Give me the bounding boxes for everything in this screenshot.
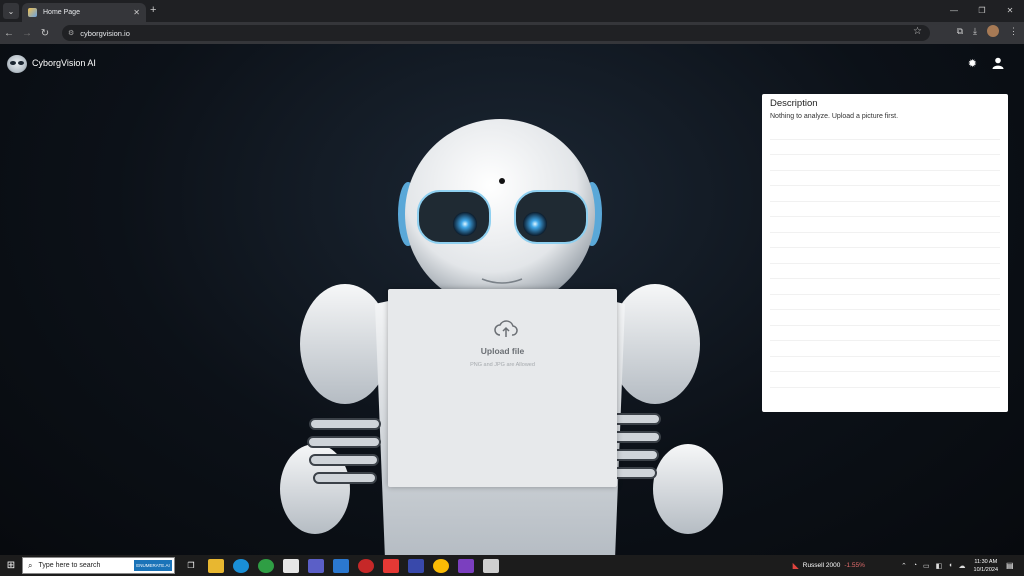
- youtube-icon[interactable]: [383, 558, 399, 573]
- tab-title: Home Page: [43, 9, 80, 16]
- clock-time: 11:30 AM: [974, 558, 998, 565]
- upload-title: Upload file: [480, 346, 525, 356]
- window-controls: — ❐ ✕: [940, 0, 1024, 22]
- robot-logo-icon: [7, 55, 27, 73]
- description-lines: [770, 124, 1000, 388]
- address-bar[interactable]: ⚙ cyborgvision.io ☆: [62, 25, 930, 41]
- network-icon[interactable]: ◔: [913, 562, 917, 570]
- tab-favicon-icon: [28, 8, 37, 17]
- robot-forehead-dot: [499, 178, 505, 184]
- search-badge: ENUMERATE.AI: [134, 560, 172, 571]
- restore-button[interactable]: ❐: [968, 0, 996, 22]
- close-window-button[interactable]: ✕: [996, 0, 1024, 22]
- extensions-icon[interactable]: ⧉: [957, 26, 963, 37]
- robot-eye-right: [523, 212, 547, 236]
- minimize-button[interactable]: —: [940, 0, 968, 22]
- toolbar-actions: ⧉ ⤓ ⋮: [957, 25, 1018, 37]
- url-text: cyborgvision.io: [80, 28, 130, 38]
- ticker-change: -1.55%: [844, 562, 865, 569]
- store-icon[interactable]: [283, 558, 299, 573]
- app-white-icon[interactable]: [483, 558, 499, 573]
- visual-studio-icon[interactable]: [458, 558, 474, 573]
- brand-name: CyborgVision AI: [32, 58, 96, 68]
- browser-tab-bar: ⌄ Home Page ✕ + — ❐ ✕: [0, 0, 1024, 22]
- app-blue-icon[interactable]: [408, 558, 424, 573]
- gear-icon[interactable]: ✹: [968, 57, 977, 70]
- tab-search-chevron-icon[interactable]: ⌄: [3, 3, 19, 19]
- clock-date: 10/1/2024: [973, 566, 998, 573]
- battery-icon[interactable]: ▭: [923, 562, 930, 570]
- search-placeholder: Type here to search: [38, 562, 101, 569]
- chevron-up-icon[interactable]: ⌃: [901, 562, 907, 570]
- app-header: CyborgVision AI ✹: [0, 44, 1024, 84]
- description-text: Nothing to analyze. Upload a picture fir…: [770, 113, 899, 120]
- download-icon[interactable]: ⤓: [973, 26, 977, 37]
- windows-start-icon[interactable]: ⊞: [0, 560, 22, 571]
- app-purple-icon[interactable]: [308, 558, 324, 573]
- upload-dropzone[interactable]: Upload file PNG and JPG are Allowed: [388, 289, 617, 487]
- tab-close-icon[interactable]: ✕: [133, 8, 140, 17]
- browser-toolbar: ← → ↻ ⚙ cyborgvision.io ☆ ⧉ ⤓ ⋮: [0, 22, 1024, 44]
- profile-avatar[interactable]: [987, 25, 999, 37]
- search-icon: ⌕: [28, 560, 33, 570]
- robot-eye-left-frame: [417, 190, 491, 244]
- system-tray: ◣ Russell 2000 -1.55% ⌃ ◔ ▭ ◧ ◖ ☁ 11:30 …: [793, 555, 1024, 576]
- task-view-icon[interactable]: ❐: [183, 559, 199, 573]
- file-explorer-icon[interactable]: [208, 558, 224, 573]
- windows-taskbar: ⊞ ⌕ Type here to search ENUMERATE.AI ❐ ◣…: [0, 555, 1024, 576]
- description-panel: Description Nothing to analyze. Upload a…: [762, 94, 1008, 412]
- volume-icon[interactable]: ◖: [948, 562, 952, 570]
- onedrive-icon[interactable]: ☁: [959, 562, 966, 570]
- mail-icon[interactable]: [333, 558, 349, 573]
- new-tab-button[interactable]: +: [150, 4, 156, 16]
- cloud-upload-icon: [494, 320, 518, 337]
- right-forearm: [653, 444, 723, 534]
- chrome-icon[interactable]: [433, 558, 449, 573]
- upload-subtitle: PNG and JPG are Allowed: [470, 362, 535, 368]
- left-shoulder: [300, 284, 390, 404]
- robot-eye-left: [453, 212, 477, 236]
- clock[interactable]: 11:30 AM 10/1/2024: [974, 558, 998, 574]
- browser-tab[interactable]: Home Page ✕: [22, 3, 146, 22]
- right-shoulder: [610, 284, 700, 404]
- menu-kebab-icon[interactable]: ⋮: [1009, 26, 1018, 37]
- taskbar-apps: ❐: [183, 558, 499, 573]
- stock-ticker[interactable]: ◣ Russell 2000 -1.55%: [793, 561, 865, 570]
- xbox-icon[interactable]: [258, 558, 274, 573]
- bookmark-star-icon[interactable]: ☆: [913, 26, 922, 37]
- notification-icon[interactable]: ▤: [1006, 561, 1020, 570]
- app-red-icon[interactable]: [358, 558, 374, 573]
- taskbar-search-input[interactable]: ⌕ Type here to search ENUMERATE.AI: [22, 557, 175, 574]
- description-title: Description: [770, 98, 818, 109]
- reload-icon[interactable]: ↻: [36, 28, 54, 39]
- app-tray-icon[interactable]: ◧: [936, 562, 943, 570]
- edge-icon[interactable]: [233, 558, 249, 573]
- site-info-icon[interactable]: ⚙: [68, 29, 74, 37]
- tray-icons: ⌃ ◔ ▭ ◧ ◖ ☁: [901, 562, 966, 570]
- user-icon[interactable]: [992, 57, 1004, 69]
- ticker-name: Russell 2000: [802, 562, 841, 569]
- stock-down-icon: ◣: [792, 561, 799, 570]
- page-body: CyborgVision AI ✹ Upload file PNG and JP…: [0, 44, 1024, 555]
- forward-icon[interactable]: →: [18, 28, 36, 39]
- back-icon[interactable]: ←: [0, 28, 18, 39]
